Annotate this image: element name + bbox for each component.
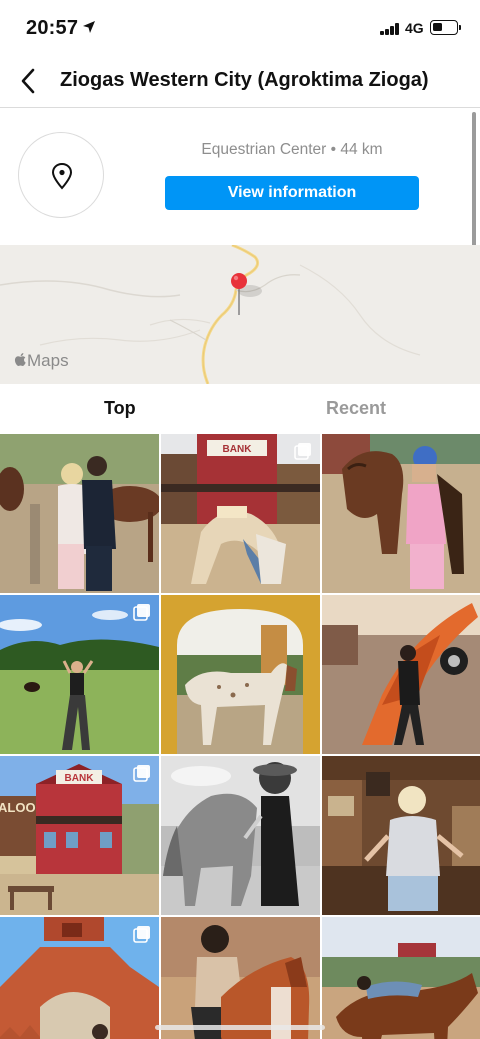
svg-text:BANK: BANK (223, 444, 253, 455)
post-tile[interactable]: ALOON BANK (0, 756, 159, 915)
page-title: Ziogas Western City (Agroktima Zioga) (60, 69, 429, 91)
post-photo (322, 917, 480, 1039)
location-category: Equestrian Center • 44 km (201, 141, 383, 158)
location-pin-icon (51, 162, 73, 190)
map-preview[interactable]: Maps (0, 245, 480, 384)
tab-top[interactable]: Top (104, 398, 136, 419)
battery-tip (459, 25, 461, 30)
maps-credit: Maps (14, 351, 69, 371)
location-info: Equestrian Center • 44 km View informati… (0, 109, 480, 245)
maps-credit-label: Maps (27, 351, 69, 370)
tab-recent[interactable]: Recent (326, 398, 386, 419)
status-bar: 20:57 4G (0, 0, 480, 56)
post-photo (161, 756, 320, 915)
location-avatar (18, 132, 104, 218)
post-tile[interactable] (161, 756, 320, 915)
battery-level (433, 23, 442, 31)
location-arrow-icon (83, 21, 95, 33)
post-photo (322, 595, 480, 754)
battery-icon (430, 20, 458, 35)
post-tile[interactable] (0, 917, 159, 1039)
nav-bar: Ziogas Western City (Agroktima Zioga) (0, 56, 480, 108)
status-time: 20:57 (26, 17, 79, 39)
post-tile[interactable] (0, 434, 159, 593)
view-information-button[interactable]: View information (165, 176, 419, 210)
post-tile[interactable] (161, 917, 320, 1039)
post-tile[interactable] (322, 756, 480, 915)
post-photo (161, 595, 320, 754)
multiple-posts-icon (133, 604, 150, 621)
post-tile[interactable] (161, 595, 320, 754)
cellular-signal-icon (380, 23, 400, 35)
multiple-posts-icon (294, 443, 311, 460)
post-tile[interactable] (322, 434, 480, 593)
chevron-left-icon[interactable] (14, 66, 44, 96)
svg-text:BANK: BANK (65, 773, 95, 784)
post-photo (322, 756, 480, 915)
post-photo (0, 434, 159, 593)
post-tile[interactable] (322, 595, 480, 754)
multiple-posts-icon (133, 765, 150, 782)
post-tile[interactable] (0, 595, 159, 754)
post-tile[interactable] (322, 917, 480, 1039)
home-indicator[interactable] (155, 1025, 325, 1030)
map-pin (231, 273, 247, 289)
apple-icon (14, 353, 26, 366)
post-photo (322, 434, 480, 593)
post-photo (161, 917, 320, 1039)
feed-tabs: Top Recent (0, 384, 480, 434)
network-type: 4G (405, 20, 424, 36)
multiple-posts-icon (133, 926, 150, 943)
map-roads (0, 245, 480, 384)
post-tile[interactable]: BANK (161, 434, 320, 593)
